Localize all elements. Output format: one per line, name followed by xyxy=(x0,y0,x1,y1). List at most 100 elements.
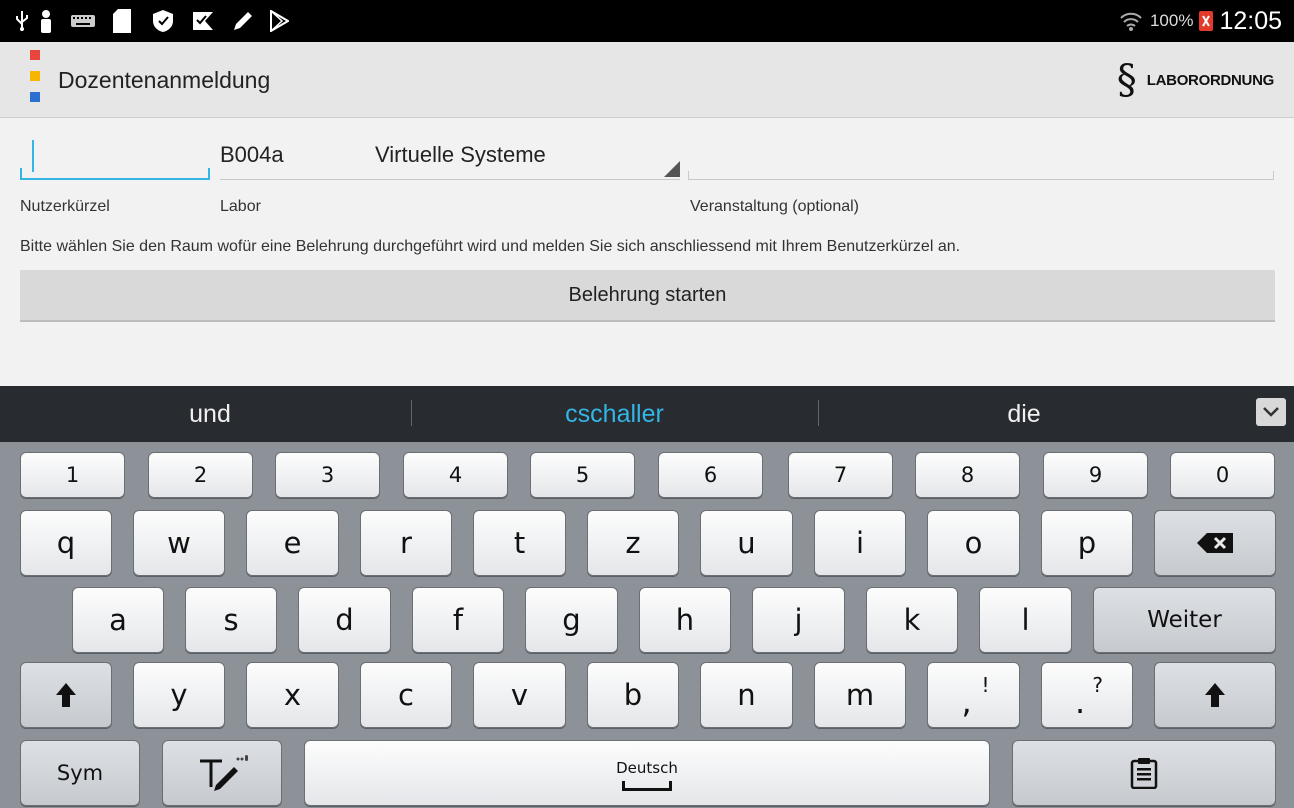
key-2[interactable]: 2 xyxy=(148,452,253,498)
instruction-text: Bitte wählen Sie den Raum wofür eine Bel… xyxy=(20,238,961,255)
clipboard-icon xyxy=(1130,758,1158,789)
suggestion-2[interactable]: cschaller xyxy=(412,386,817,442)
usb-icon xyxy=(14,9,30,33)
key-v[interactable]: v xyxy=(473,662,566,728)
key-c[interactable]: c xyxy=(360,662,452,728)
person-icon xyxy=(38,9,54,33)
key-e[interactable]: e xyxy=(246,510,339,576)
key-j[interactable]: j xyxy=(752,587,845,653)
key-h[interactable]: h xyxy=(639,587,731,653)
key-6[interactable]: 6 xyxy=(658,452,763,498)
chevron-down-icon xyxy=(1263,407,1279,417)
nutzerkuerzel-label: Nutzerkürzel xyxy=(20,198,110,215)
key-3[interactable]: 3 xyxy=(275,452,380,498)
app-title: Dozentenanmeldung xyxy=(58,67,271,93)
key-x[interactable]: x xyxy=(246,662,339,728)
key-r[interactable]: r xyxy=(360,510,452,576)
key-0[interactable]: 0 xyxy=(1170,452,1275,498)
space-bar-icon xyxy=(622,781,672,791)
handwriting-key[interactable] xyxy=(162,740,282,806)
laborordnung-button[interactable]: § LABORORDNUNG xyxy=(1116,56,1275,104)
labor-code: B004a xyxy=(220,142,284,167)
comma-alt-char: ! xyxy=(981,673,990,697)
shift-arrow-icon xyxy=(1205,683,1225,707)
battery-percent: 100% xyxy=(1149,11,1194,30)
battery-icon xyxy=(1199,11,1214,31)
sym-key[interactable]: Sym xyxy=(20,740,140,806)
key-z[interactable]: z xyxy=(587,510,679,576)
text-pen-icon xyxy=(200,755,248,791)
key-comma[interactable]: ! , xyxy=(927,662,1020,728)
weiter-key[interactable]: Weiter xyxy=(1093,587,1276,653)
laborordnung-label: LABORORDNUNG xyxy=(1146,71,1275,89)
play-store-icon xyxy=(268,9,290,33)
key-period[interactable]: ? . xyxy=(1041,662,1133,728)
clock: 12:05 xyxy=(1219,6,1282,35)
labor-name: Virtuelle Systeme xyxy=(375,142,546,167)
logo-blue-square xyxy=(30,92,40,102)
suggestion-3[interactable]: die xyxy=(819,386,1229,442)
labor-spinner[interactable]: B004a Virtuelle Systeme xyxy=(220,136,680,180)
key-q[interactable]: q xyxy=(20,510,112,576)
paragraph-icon: § xyxy=(1116,57,1137,103)
key-m[interactable]: m xyxy=(814,662,906,728)
shift-arrow-icon xyxy=(56,683,76,707)
key-d[interactable]: d xyxy=(298,587,391,653)
key-i[interactable]: i xyxy=(814,510,906,576)
clipboard-key[interactable] xyxy=(1012,740,1276,806)
suggestion-bar: und cschaller die xyxy=(0,386,1294,442)
collapse-suggestions-button[interactable] xyxy=(1256,398,1286,426)
key-u[interactable]: u xyxy=(700,510,793,576)
key-k[interactable]: k xyxy=(866,587,958,653)
backspace-icon xyxy=(1197,533,1233,553)
action-bar: Dozentenanmeldung § LABORORDNUNG xyxy=(0,42,1294,118)
key-t[interactable]: t xyxy=(473,510,566,576)
belehrung-starten-button[interactable]: Belehrung starten xyxy=(20,270,1275,322)
period-glyph: ? . xyxy=(1067,673,1107,721)
key-8[interactable]: 8 xyxy=(915,452,1020,498)
pencil-icon xyxy=(230,9,256,33)
backspace-key[interactable] xyxy=(1154,510,1276,576)
key-f[interactable]: f xyxy=(412,587,504,653)
key-o[interactable]: o xyxy=(927,510,1020,576)
keyboard-icon xyxy=(70,9,96,33)
status-right: 100% 12:05 xyxy=(1118,0,1282,42)
comma-main-char: , xyxy=(961,683,972,721)
login-form: B004a Virtuelle Systeme Nutzerkürzel Lab… xyxy=(0,118,1294,386)
dropdown-triangle-icon xyxy=(664,161,680,177)
labor-label: Labor xyxy=(220,198,261,215)
text-cursor xyxy=(32,140,34,172)
logo-red-square xyxy=(30,50,40,60)
shift-left-key[interactable] xyxy=(20,662,112,728)
space-language-label: Deutsch xyxy=(616,759,678,777)
logo-yellow-square xyxy=(30,71,40,81)
comma-glyph: ! , xyxy=(954,673,994,721)
key-a[interactable]: a xyxy=(72,587,164,653)
space-key[interactable]: Deutsch xyxy=(304,740,990,806)
nutzerkuerzel-input[interactable] xyxy=(20,136,210,180)
shield-icon xyxy=(150,9,176,33)
key-l[interactable]: l xyxy=(979,587,1072,653)
key-y[interactable]: y xyxy=(133,662,225,728)
status-bar: 100% 12:05 xyxy=(0,0,1294,42)
key-w[interactable]: w xyxy=(133,510,225,576)
veranstaltung-label: Veranstaltung (optional) xyxy=(690,198,859,215)
key-5[interactable]: 5 xyxy=(530,452,635,498)
key-b[interactable]: b xyxy=(587,662,679,728)
checkmark-flag-icon xyxy=(190,9,216,33)
wifi-icon xyxy=(1118,8,1144,34)
shift-right-key[interactable] xyxy=(1154,662,1276,728)
key-s[interactable]: s xyxy=(185,587,277,653)
period-alt-char: ? xyxy=(1092,673,1103,697)
suggestion-1[interactable]: und xyxy=(10,386,410,442)
key-1[interactable]: 1 xyxy=(20,452,125,498)
key-9[interactable]: 9 xyxy=(1043,452,1148,498)
key-p[interactable]: p xyxy=(1041,510,1133,576)
key-7[interactable]: 7 xyxy=(788,452,893,498)
period-main-char: . xyxy=(1075,683,1086,721)
key-g[interactable]: g xyxy=(525,587,618,653)
sd-card-icon xyxy=(112,9,132,33)
veranstaltung-input[interactable] xyxy=(688,136,1274,180)
key-4[interactable]: 4 xyxy=(403,452,508,498)
key-n[interactable]: n xyxy=(700,662,793,728)
